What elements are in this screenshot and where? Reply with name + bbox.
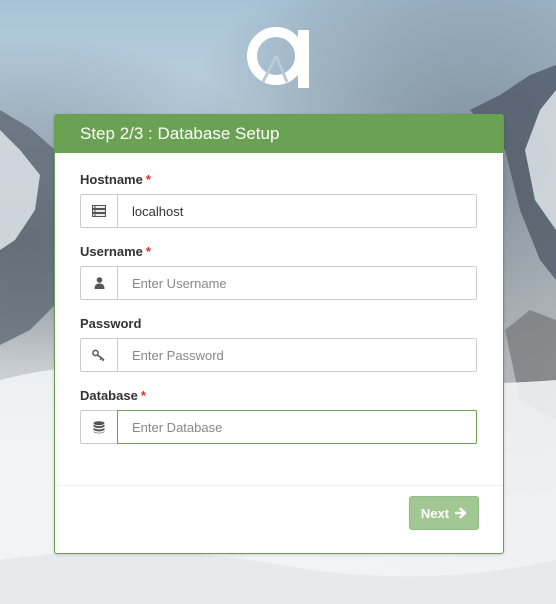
hostname-input[interactable]: [117, 194, 477, 228]
username-field: Username *: [80, 242, 478, 300]
card-header: Step 2/3 : Database Setup: [55, 115, 503, 153]
next-label: Next: [420, 505, 450, 521]
page-title: Step 2/3 : Database Setup: [80, 124, 280, 143]
required-marker: *: [145, 244, 151, 259]
database-label: Database *: [80, 388, 146, 403]
password-field: Password: [80, 314, 478, 372]
user-icon: [80, 266, 117, 300]
required-marker: *: [140, 388, 146, 403]
key-icon: [80, 338, 117, 372]
password-label: Password: [80, 316, 142, 331]
setup-form: Hostname* Username*: [55, 153, 503, 444]
required-marker: *: [145, 172, 151, 187]
username-label: Username *: [80, 244, 151, 259]
arrow-right-icon: [455, 507, 467, 519]
database-input[interactable]: [117, 410, 477, 444]
setup-card: Step 2/3 : Database Setup Hostname * loc…: [54, 114, 504, 554]
app-logo: [247, 27, 309, 88]
next-button[interactable]: Next: [409, 496, 479, 530]
username-input[interactable]: [117, 266, 477, 300]
hostname-label: Hostname *: [80, 172, 151, 187]
database-field: Database *: [80, 386, 478, 444]
server-icon: [80, 194, 117, 228]
hostname-field: Hostname *: [80, 170, 478, 228]
password-input[interactable]: [117, 338, 477, 372]
database-icon: [80, 410, 117, 444]
card-footer: Next: [55, 485, 503, 553]
